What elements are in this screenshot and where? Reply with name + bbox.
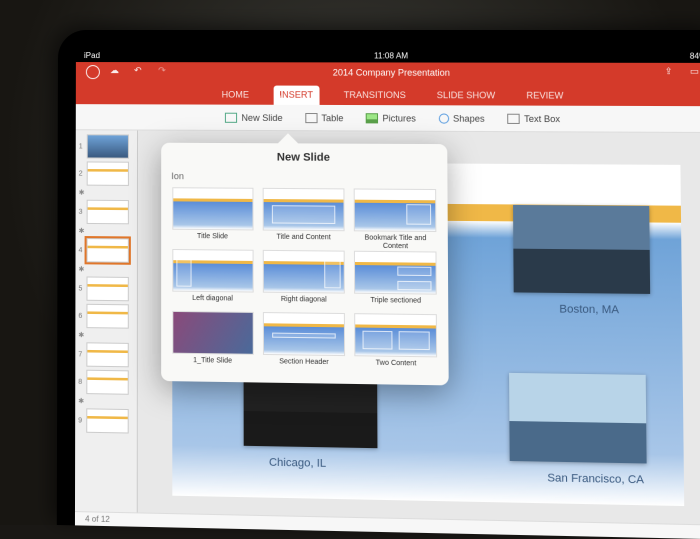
slide-thumb[interactable]: [86, 370, 128, 395]
layout-option[interactable]: Left diagonal: [169, 249, 256, 310]
layout-option[interactable]: Triple sectioned: [352, 251, 440, 312]
slide-thumb[interactable]: [86, 276, 128, 301]
ios-status-bar: iPad 11:08 AM 84%: [76, 48, 700, 63]
layout-option[interactable]: Right diagonal: [260, 250, 348, 311]
caption-sf: San Francisco, CA: [547, 472, 644, 486]
ipad-frame: iPad 11:08 AM 84% ☁ ↶ ↷ 2014 Company Pre…: [57, 30, 700, 539]
app-screen: iPad 11:08 AM 84% ☁ ↶ ↷ 2014 Company Pre…: [75, 48, 700, 539]
slide-thumb[interactable]: [86, 408, 128, 433]
slide-thumb[interactable]: [87, 161, 129, 185]
caption-boston: Boston, MA: [559, 303, 619, 316]
tab-bar: HOME INSERT TRANSITIONS SLIDE SHOW REVIE…: [76, 82, 700, 106]
layout-option[interactable]: Bookmark Title and Content: [351, 188, 439, 249]
table-button[interactable]: Table: [305, 112, 343, 122]
shapes-icon: [439, 113, 449, 123]
new-slide-button[interactable]: New Slide: [225, 112, 282, 122]
tab-insert[interactable]: INSERT: [273, 86, 319, 105]
layout-option[interactable]: Title Slide: [169, 187, 256, 248]
photo-boston[interactable]: [513, 205, 650, 294]
tab-slideshow[interactable]: SLIDE SHOW: [431, 86, 502, 106]
slide-thumb[interactable]: [87, 134, 129, 158]
new-slide-popover: New Slide Ion Title Slide Title and Cont…: [161, 143, 449, 386]
new-slide-icon: [225, 112, 237, 122]
share-icon[interactable]: ⇪: [665, 66, 680, 80]
layout-option[interactable]: Title and Content: [260, 188, 347, 249]
photo-sf[interactable]: [509, 373, 647, 464]
clock: 11:08 AM: [374, 51, 408, 60]
layout-option[interactable]: Section Header: [260, 312, 348, 374]
ribbon: New Slide Table Pictures Shapes Text Box: [76, 104, 700, 133]
textbox-button[interactable]: Text Box: [507, 113, 560, 123]
slide-thumb[interactable]: [87, 238, 129, 263]
textbox-icon: [507, 113, 520, 123]
slide-counter: 4 of 12: [85, 514, 110, 524]
layout-option[interactable]: 1_Title Slide: [169, 311, 256, 372]
slide-thumb[interactable]: [86, 342, 128, 367]
shapes-button[interactable]: Shapes: [439, 113, 485, 123]
title-bar: ☁ ↶ ↷ 2014 Company Presentation ⇪ ▭: [76, 62, 700, 83]
present-icon[interactable]: ▭: [690, 66, 700, 80]
battery-label: 84%: [690, 51, 700, 60]
pictures-button[interactable]: Pictures: [366, 113, 416, 123]
table-icon: [305, 112, 317, 122]
caption-chicago: Chicago, IL: [269, 456, 326, 469]
tab-review[interactable]: REVIEW: [520, 86, 570, 106]
cloud-icon[interactable]: ☁: [110, 65, 124, 79]
pictures-icon: [366, 113, 378, 123]
document-title: 2014 Company Presentation: [333, 67, 450, 77]
undo-icon[interactable]: ↶: [134, 65, 148, 79]
device-label: iPad: [84, 51, 100, 60]
layout-grid: Title Slide Title and Content Bookmark T…: [161, 183, 449, 379]
slide-thumbnails-panel[interactable]: 1 2 ✱ 3 ✱ 4 ✱ 5 6 ✱ 7 8 ✱ 9: [75, 130, 138, 526]
tab-transitions[interactable]: TRANSITIONS: [338, 86, 413, 106]
popover-title: New Slide: [161, 143, 447, 171]
layout-option[interactable]: Two Content: [352, 313, 441, 375]
back-icon[interactable]: [86, 65, 100, 79]
slide-thumb[interactable]: [86, 304, 128, 329]
slide-thumb[interactable]: [87, 200, 129, 225]
redo-icon[interactable]: ↷: [158, 65, 172, 79]
tab-home[interactable]: HOME: [216, 85, 256, 104]
